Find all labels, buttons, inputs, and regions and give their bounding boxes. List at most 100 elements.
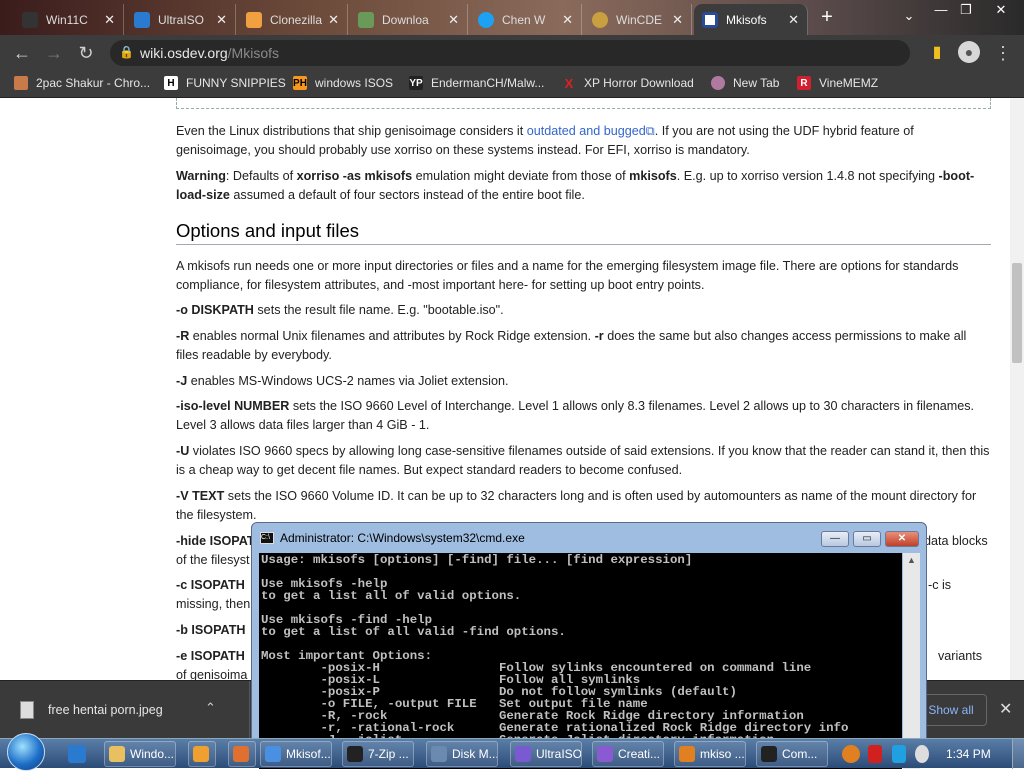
option-iso-level: -iso-level NUMBER sets the ISO 9660 Leve… <box>176 397 991 436</box>
outdated-link[interactable]: outdated and bugged <box>527 124 646 138</box>
reload-button[interactable]: ↻ <box>75 42 97 64</box>
download-item[interactable]: free hentai porn.jpeg ⌃ <box>0 681 250 739</box>
chevron-up-icon[interactable]: ⌃ <box>205 700 216 716</box>
taskbar-button[interactable]: Disk M... <box>426 741 498 767</box>
taskbar-button[interactable]: Windo... <box>104 741 176 767</box>
close-icon[interactable]: ✕ <box>448 12 459 28</box>
bookmark-label: FUNNY SNIPPIES <box>186 76 286 90</box>
cmd-window-title: Administrator: C:\Windows\system32\cmd.e… <box>280 531 525 545</box>
option-name: -U <box>176 444 190 458</box>
option-desc: of the filesyst <box>176 553 250 568</box>
console-scrollbar[interactable]: ▲ <box>903 553 920 769</box>
wincde-icon <box>592 11 608 28</box>
download-site-icon <box>358 11 374 28</box>
tab-ultraiso[interactable]: UltraISO ✕ <box>126 4 236 35</box>
page-scrollbar[interactable] <box>1010 98 1024 680</box>
tab-label: Win11C <box>46 12 88 27</box>
option-name: -c ISOPATH <box>176 578 245 592</box>
option-desc: missing, then <box>176 597 251 612</box>
yp-icon: YP <box>409 76 423 90</box>
taskbar-button[interactable] <box>188 741 216 767</box>
text: . E.g. up to xorriso version 1.4.8 not s… <box>676 169 939 183</box>
address-bar[interactable]: 🔒 wiki.osdev.org/Mkisofs <box>110 40 910 66</box>
tab-mkisofs[interactable]: Mkisofs ✕ <box>694 4 808 35</box>
taskbar-button[interactable] <box>228 741 256 767</box>
taskbar: Windo... Mkisof... 7-Zip ... Disk M... Ultra… <box>0 733 1024 771</box>
github-icon <box>22 11 38 28</box>
close-icon[interactable]: ✕ <box>216 12 227 28</box>
tab-download[interactable]: Downloa ✕ <box>350 4 468 35</box>
minimize-button[interactable]: — <box>930 2 952 20</box>
maximize-button[interactable]: ▭ <box>853 531 881 547</box>
url-path: /Mkisofs <box>227 45 280 61</box>
text: emulation might deviate from those of <box>412 169 630 183</box>
app-icon <box>515 746 531 762</box>
option-name: -R <box>176 329 190 343</box>
bookmark-funny-snippies[interactable]: H FUNNY SNIPPIES <box>164 76 286 90</box>
app-icon <box>193 746 209 762</box>
bookmark-windows-isos[interactable]: PH windows ISOS <box>293 76 393 90</box>
clock[interactable]: 1:34 PM <box>946 747 991 761</box>
bookmark-2pac[interactable]: 2pac Shakur - Chro... <box>14 76 150 90</box>
option-U: -U violates ISO 9660 specs by allowing l… <box>176 442 991 481</box>
profile-avatar[interactable]: ● <box>958 41 980 63</box>
search-icon[interactable] <box>842 745 860 763</box>
new-tab-button[interactable]: + <box>816 7 838 29</box>
tab-win11c[interactable]: Win11C ✕ <box>14 4 124 35</box>
volume-icon[interactable] <box>915 745 929 763</box>
start-button[interactable] <box>7 733 45 771</box>
console-text: Usage: mkisofs [options] [-find] file...… <box>261 553 849 746</box>
chevron-down-icon[interactable]: ⌄ <box>898 8 920 26</box>
tab-chen[interactable]: Chen W ✕ <box>470 4 582 35</box>
close-icon[interactable]: ✕ <box>999 699 1012 719</box>
taskbar-button[interactable]: Creati... <box>592 741 664 767</box>
app-icon <box>761 746 777 762</box>
app-icon <box>109 746 125 762</box>
close-icon[interactable]: ✕ <box>562 12 573 28</box>
scroll-up-icon[interactable]: ▲ <box>907 555 916 565</box>
menu-icon[interactable]: ⋮ <box>992 42 1014 64</box>
show-desktop-button[interactable] <box>1012 739 1024 769</box>
bookmark-endermanch[interactable]: YP EndermanCH/Malw... <box>409 76 544 90</box>
option-name: -hide ISOPAT <box>176 534 255 548</box>
scrollbar-thumb[interactable] <box>1012 263 1022 363</box>
close-icon[interactable]: ✕ <box>328 12 339 28</box>
option-name: -e ISOPATH <box>176 649 245 663</box>
cmd-window[interactable]: C:\ Administrator: C:\Windows\system32\c… <box>251 522 927 769</box>
minimize-button[interactable]: — <box>821 531 849 547</box>
tab-label: UltraISO <box>158 12 205 27</box>
taskbar-button[interactable]: UltraISO <box>510 741 582 767</box>
close-icon[interactable]: ✕ <box>788 12 799 28</box>
ie-icon[interactable] <box>68 745 86 763</box>
download-filename: free hentai porn.jpeg <box>48 703 163 717</box>
clonezilla-icon <box>246 11 262 28</box>
flag-icon[interactable] <box>868 745 882 763</box>
cmd-icon: C:\ <box>260 532 274 544</box>
taskbar-button[interactable]: Mkisof... <box>260 741 332 767</box>
close-icon[interactable]: ✕ <box>104 12 115 28</box>
forward-button[interactable]: → <box>43 42 65 64</box>
bookmark-vinememz[interactable]: R VineMEMZ <box>797 76 878 90</box>
close-icon[interactable]: ✕ <box>672 12 683 28</box>
text: assumed a default of four sectors instea… <box>229 188 585 203</box>
url-domain: wiki.osdev.org <box>140 45 228 61</box>
close-window-button[interactable]: ✕ <box>885 531 919 547</box>
tab-clonezilla[interactable]: Clonezilla ✕ <box>238 4 348 35</box>
r-icon: R <box>797 76 811 90</box>
option-desc: sets the ISO 9660 Level of Interchange. … <box>176 399 975 433</box>
file-icon <box>20 701 34 719</box>
lock-icon: 🔒 <box>119 45 134 59</box>
bookmark-xp-horror[interactable]: X XP Horror Download <box>562 76 694 91</box>
taskbar-button[interactable]: 7-Zip ... <box>342 741 414 767</box>
back-button[interactable]: ← <box>11 42 33 64</box>
taskbar-button[interactable]: mkiso ... <box>674 741 746 767</box>
maximize-button[interactable]: ❐ <box>955 2 977 20</box>
bookmark-label: VineMEMZ <box>819 76 879 90</box>
console-output[interactable]: Usage: mkisofs [options] [-find] file...… <box>259 553 902 769</box>
bookmark-new-tab[interactable]: New Tab <box>711 76 779 90</box>
tab-wincde[interactable]: WinCDE ✕ <box>584 4 692 35</box>
side-panel-icon[interactable]: ▮ <box>926 42 948 64</box>
network-icon[interactable] <box>892 745 906 763</box>
taskbar-button[interactable]: Com... <box>756 741 828 767</box>
close-window-button[interactable]: ✕ <box>990 2 1012 20</box>
